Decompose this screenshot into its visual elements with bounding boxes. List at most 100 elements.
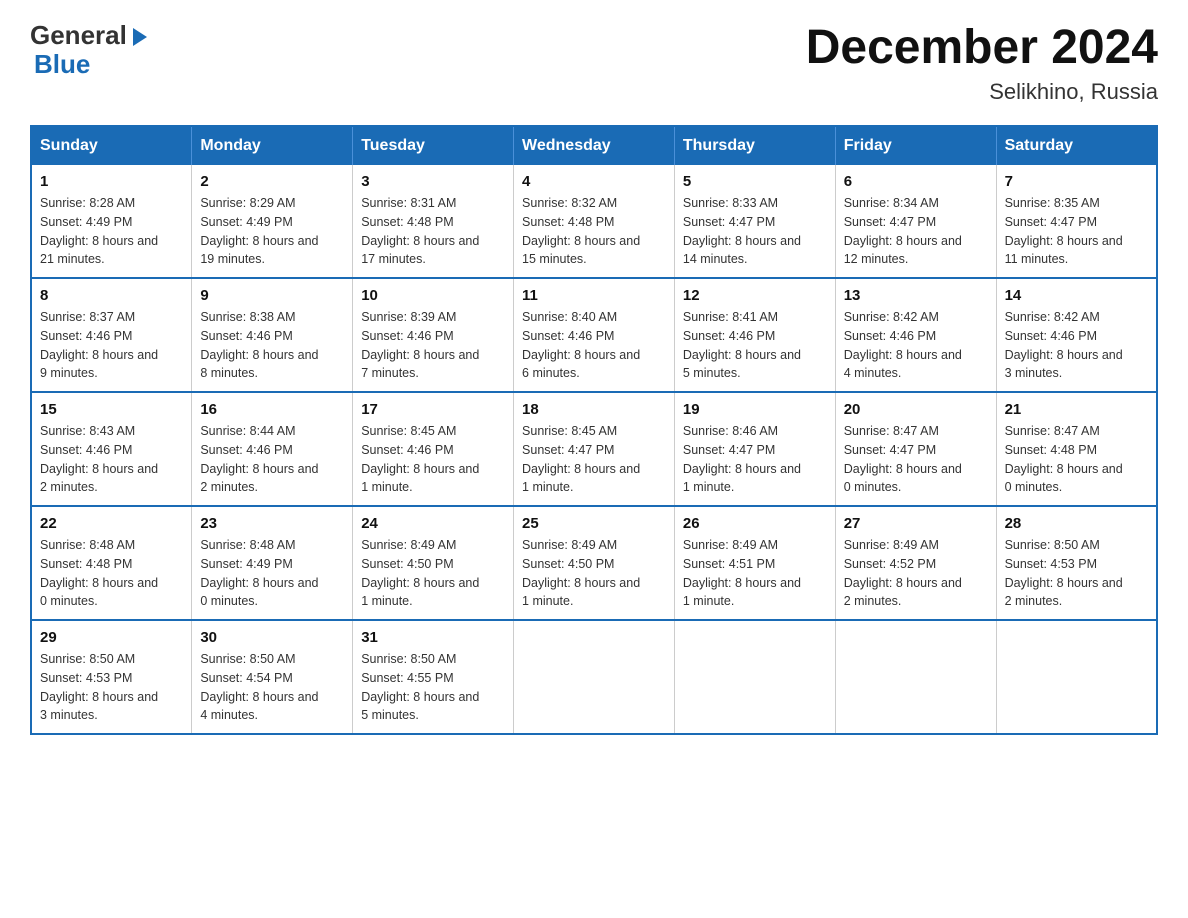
day-number: 13 [844, 287, 988, 304]
day-info: Sunrise: 8:49 AM Sunset: 4:50 PM Dayligh… [361, 536, 505, 611]
subtitle: Selikhino, Russia [806, 79, 1158, 105]
day-info: Sunrise: 8:38 AM Sunset: 4:46 PM Dayligh… [200, 308, 344, 383]
table-row: 9 Sunrise: 8:38 AM Sunset: 4:46 PM Dayli… [192, 278, 353, 392]
day-info: Sunrise: 8:48 AM Sunset: 4:48 PM Dayligh… [40, 536, 183, 611]
day-info: Sunrise: 8:47 AM Sunset: 4:48 PM Dayligh… [1005, 422, 1148, 497]
table-row: 28 Sunrise: 8:50 AM Sunset: 4:53 PM Dayl… [996, 506, 1157, 620]
day-number: 16 [200, 401, 344, 418]
day-number: 11 [522, 287, 666, 304]
day-number: 12 [683, 287, 827, 304]
table-row: 17 Sunrise: 8:45 AM Sunset: 4:46 PM Dayl… [353, 392, 514, 506]
table-row: 26 Sunrise: 8:49 AM Sunset: 4:51 PM Dayl… [674, 506, 835, 620]
day-info: Sunrise: 8:34 AM Sunset: 4:47 PM Dayligh… [844, 194, 988, 269]
table-row: 29 Sunrise: 8:50 AM Sunset: 4:53 PM Dayl… [31, 620, 192, 734]
table-row: 23 Sunrise: 8:48 AM Sunset: 4:49 PM Dayl… [192, 506, 353, 620]
day-info: Sunrise: 8:35 AM Sunset: 4:47 PM Dayligh… [1005, 194, 1148, 269]
logo: General Blue [30, 20, 151, 80]
table-row: 2 Sunrise: 8:29 AM Sunset: 4:49 PM Dayli… [192, 165, 353, 278]
table-row: 3 Sunrise: 8:31 AM Sunset: 4:48 PM Dayli… [353, 165, 514, 278]
day-number: 28 [1005, 515, 1148, 532]
table-row: 18 Sunrise: 8:45 AM Sunset: 4:47 PM Dayl… [514, 392, 675, 506]
table-row: 5 Sunrise: 8:33 AM Sunset: 4:47 PM Dayli… [674, 165, 835, 278]
day-number: 29 [40, 629, 183, 646]
page-header: General Blue December 2024 Selikhino, Ru… [30, 20, 1158, 105]
day-number: 17 [361, 401, 505, 418]
table-row: 19 Sunrise: 8:46 AM Sunset: 4:47 PM Dayl… [674, 392, 835, 506]
table-row: 10 Sunrise: 8:39 AM Sunset: 4:46 PM Dayl… [353, 278, 514, 392]
day-info: Sunrise: 8:39 AM Sunset: 4:46 PM Dayligh… [361, 308, 505, 383]
day-number: 14 [1005, 287, 1148, 304]
calendar-week-row: 8 Sunrise: 8:37 AM Sunset: 4:46 PM Dayli… [31, 278, 1157, 392]
calendar-week-row: 22 Sunrise: 8:48 AM Sunset: 4:48 PM Dayl… [31, 506, 1157, 620]
header-saturday: Saturday [996, 126, 1157, 165]
calendar-header-row: Sunday Monday Tuesday Wednesday Thursday… [31, 126, 1157, 165]
day-number: 5 [683, 173, 827, 190]
day-info: Sunrise: 8:50 AM Sunset: 4:55 PM Dayligh… [361, 650, 505, 725]
day-number: 25 [522, 515, 666, 532]
table-row: 22 Sunrise: 8:48 AM Sunset: 4:48 PM Dayl… [31, 506, 192, 620]
day-number: 21 [1005, 401, 1148, 418]
table-row: 11 Sunrise: 8:40 AM Sunset: 4:46 PM Dayl… [514, 278, 675, 392]
day-number: 4 [522, 173, 666, 190]
day-number: 18 [522, 401, 666, 418]
table-row: 1 Sunrise: 8:28 AM Sunset: 4:49 PM Dayli… [31, 165, 192, 278]
table-row: 12 Sunrise: 8:41 AM Sunset: 4:46 PM Dayl… [674, 278, 835, 392]
day-number: 15 [40, 401, 183, 418]
day-info: Sunrise: 8:31 AM Sunset: 4:48 PM Dayligh… [361, 194, 505, 269]
calendar-week-row: 29 Sunrise: 8:50 AM Sunset: 4:53 PM Dayl… [31, 620, 1157, 734]
table-row: 20 Sunrise: 8:47 AM Sunset: 4:47 PM Dayl… [835, 392, 996, 506]
calendar-table: Sunday Monday Tuesday Wednesday Thursday… [30, 125, 1158, 735]
header-sunday: Sunday [31, 126, 192, 165]
table-row [835, 620, 996, 734]
calendar-week-row: 1 Sunrise: 8:28 AM Sunset: 4:49 PM Dayli… [31, 165, 1157, 278]
table-row: 13 Sunrise: 8:42 AM Sunset: 4:46 PM Dayl… [835, 278, 996, 392]
day-info: Sunrise: 8:50 AM Sunset: 4:53 PM Dayligh… [40, 650, 183, 725]
day-number: 6 [844, 173, 988, 190]
day-info: Sunrise: 8:47 AM Sunset: 4:47 PM Dayligh… [844, 422, 988, 497]
day-number: 3 [361, 173, 505, 190]
header-thursday: Thursday [674, 126, 835, 165]
day-info: Sunrise: 8:42 AM Sunset: 4:46 PM Dayligh… [844, 308, 988, 383]
table-row: 7 Sunrise: 8:35 AM Sunset: 4:47 PM Dayli… [996, 165, 1157, 278]
day-number: 9 [200, 287, 344, 304]
day-info: Sunrise: 8:40 AM Sunset: 4:46 PM Dayligh… [522, 308, 666, 383]
day-number: 19 [683, 401, 827, 418]
calendar-week-row: 15 Sunrise: 8:43 AM Sunset: 4:46 PM Dayl… [31, 392, 1157, 506]
day-info: Sunrise: 8:50 AM Sunset: 4:54 PM Dayligh… [200, 650, 344, 725]
day-info: Sunrise: 8:37 AM Sunset: 4:46 PM Dayligh… [40, 308, 183, 383]
day-number: 7 [1005, 173, 1148, 190]
day-info: Sunrise: 8:46 AM Sunset: 4:47 PM Dayligh… [683, 422, 827, 497]
day-info: Sunrise: 8:41 AM Sunset: 4:46 PM Dayligh… [683, 308, 827, 383]
day-info: Sunrise: 8:32 AM Sunset: 4:48 PM Dayligh… [522, 194, 666, 269]
header-friday: Friday [835, 126, 996, 165]
table-row: 15 Sunrise: 8:43 AM Sunset: 4:46 PM Dayl… [31, 392, 192, 506]
table-row: 27 Sunrise: 8:49 AM Sunset: 4:52 PM Dayl… [835, 506, 996, 620]
day-number: 8 [40, 287, 183, 304]
day-info: Sunrise: 8:45 AM Sunset: 4:46 PM Dayligh… [361, 422, 505, 497]
table-row [674, 620, 835, 734]
day-number: 30 [200, 629, 344, 646]
day-number: 26 [683, 515, 827, 532]
table-row: 24 Sunrise: 8:49 AM Sunset: 4:50 PM Dayl… [353, 506, 514, 620]
day-info: Sunrise: 8:49 AM Sunset: 4:52 PM Dayligh… [844, 536, 988, 611]
day-number: 27 [844, 515, 988, 532]
table-row: 6 Sunrise: 8:34 AM Sunset: 4:47 PM Dayli… [835, 165, 996, 278]
day-info: Sunrise: 8:29 AM Sunset: 4:49 PM Dayligh… [200, 194, 344, 269]
day-info: Sunrise: 8:42 AM Sunset: 4:46 PM Dayligh… [1005, 308, 1148, 383]
day-info: Sunrise: 8:49 AM Sunset: 4:50 PM Dayligh… [522, 536, 666, 611]
day-number: 22 [40, 515, 183, 532]
table-row: 31 Sunrise: 8:50 AM Sunset: 4:55 PM Dayl… [353, 620, 514, 734]
table-row [514, 620, 675, 734]
day-info: Sunrise: 8:49 AM Sunset: 4:51 PM Dayligh… [683, 536, 827, 611]
day-info: Sunrise: 8:28 AM Sunset: 4:49 PM Dayligh… [40, 194, 183, 269]
day-number: 2 [200, 173, 344, 190]
day-number: 23 [200, 515, 344, 532]
header-wednesday: Wednesday [514, 126, 675, 165]
day-info: Sunrise: 8:50 AM Sunset: 4:53 PM Dayligh… [1005, 536, 1148, 611]
table-row: 8 Sunrise: 8:37 AM Sunset: 4:46 PM Dayli… [31, 278, 192, 392]
header-tuesday: Tuesday [353, 126, 514, 165]
day-number: 1 [40, 173, 183, 190]
day-number: 24 [361, 515, 505, 532]
day-info: Sunrise: 8:48 AM Sunset: 4:49 PM Dayligh… [200, 536, 344, 611]
day-info: Sunrise: 8:45 AM Sunset: 4:47 PM Dayligh… [522, 422, 666, 497]
